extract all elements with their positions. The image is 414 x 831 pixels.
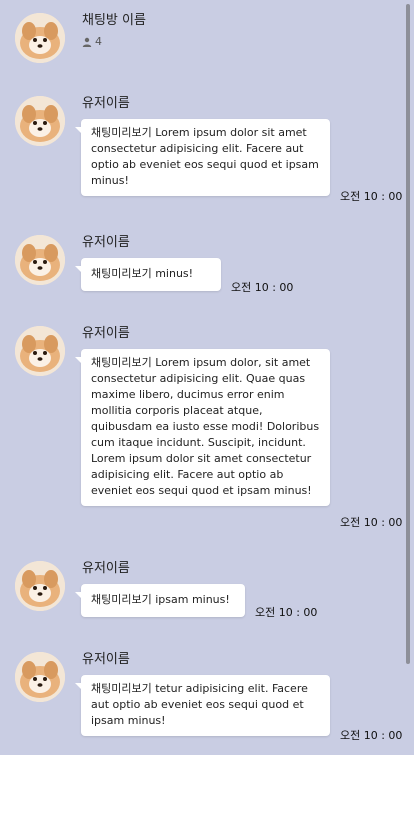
- message-bubble: 채팅미리보기 ipsam minus!: [75, 584, 245, 617]
- chat-message: 유저이름 채팅미리보기 Lorem ipsum dolor, sit amet …: [15, 326, 410, 536]
- puppy-avatar-icon[interactable]: [15, 561, 65, 611]
- chat-message: 유저이름 채팅미리보기 Lorem ipsum dolor sit amet c…: [15, 96, 410, 206]
- message-username: 유저이름: [82, 96, 130, 111]
- message-time: 오전 10 : 00: [340, 516, 403, 529]
- puppy-avatar-icon[interactable]: [15, 235, 65, 285]
- message-username: 유저이름: [82, 561, 130, 576]
- chat-message: 유저이름 채팅미리보기 ipsam minus! 오전 10 : 00: [15, 561, 410, 626]
- message-username: 유저이름: [82, 652, 130, 667]
- member-count: 4: [82, 35, 102, 48]
- puppy-avatar-icon[interactable]: [15, 326, 65, 376]
- message-bubble: 채팅미리보기 Lorem ipsum dolor sit amet consec…: [75, 119, 330, 196]
- chat-message: 유저이름 채팅미리보기 minus! 오전 10 : 00: [15, 235, 410, 300]
- message-time: 오전 10 : 00: [340, 190, 403, 203]
- message-bubble: 채팅미리보기 minus!: [75, 258, 221, 291]
- message-username: 유저이름: [82, 326, 130, 341]
- chat-room-title: 채팅방 이름: [82, 13, 146, 28]
- user-icon: [82, 37, 92, 47]
- member-count-value: 4: [95, 35, 102, 48]
- puppy-avatar-icon[interactable]: [15, 96, 65, 146]
- chat-room: 채팅방 이름 4 유저이름 채팅미리보기 Lorem ipsum dolor s…: [0, 0, 414, 755]
- message-bubble: 채팅미리보기 tetur adipisicing elit. Facere au…: [75, 675, 330, 736]
- message-time: 오전 10 : 00: [231, 281, 294, 294]
- message-bubble: 채팅미리보기 Lorem ipsum dolor, sit amet conse…: [75, 349, 330, 506]
- puppy-avatar-icon[interactable]: [15, 652, 65, 702]
- message-username: 유저이름: [82, 235, 130, 250]
- puppy-avatar-icon[interactable]: [15, 13, 65, 63]
- scrollbar[interactable]: [406, 4, 410, 664]
- message-time: 오전 10 : 00: [340, 729, 403, 742]
- chat-message: 유저이름 채팅미리보기 tetur adipisicing elit. Face…: [15, 652, 410, 747]
- chat-room-header: 채팅방 이름 4: [15, 13, 395, 65]
- message-time: 오전 10 : 00: [255, 606, 318, 619]
